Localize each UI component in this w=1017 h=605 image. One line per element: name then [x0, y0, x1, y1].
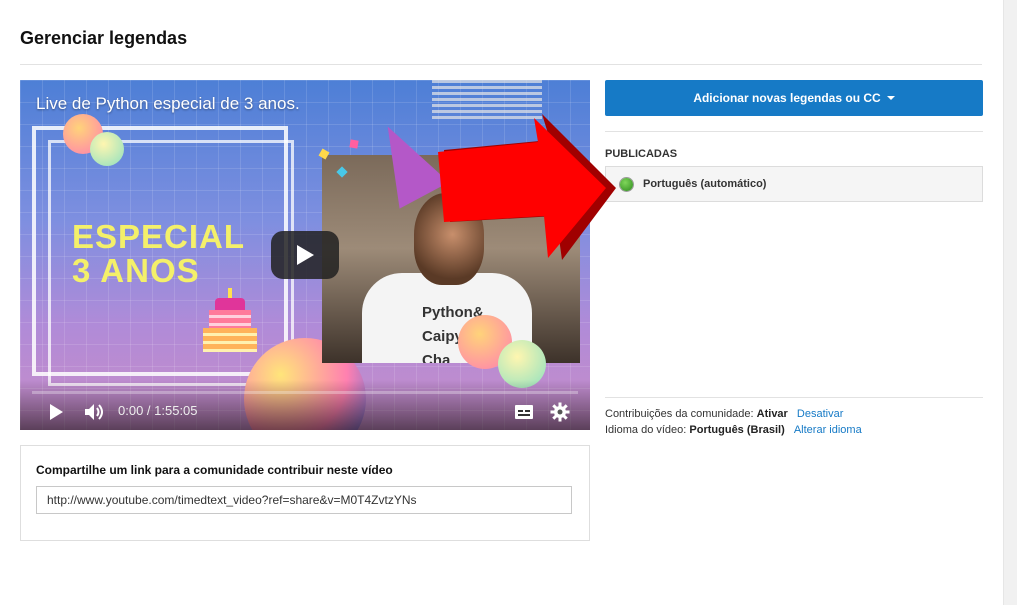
video-language-value: Português (Brasil)	[689, 424, 785, 436]
settings-button[interactable]	[548, 400, 572, 424]
community-contributions-row: Contribuições da comunidade: Ativar Desa…	[605, 408, 843, 420]
add-subtitles-label: Adicionar novas legendas ou CC	[693, 91, 881, 105]
thumbnail-caption-line: 3 ANOS	[72, 252, 200, 289]
divider	[605, 131, 983, 132]
change-language-link[interactable]: Alterar idioma	[794, 424, 862, 436]
progress-bar[interactable]	[32, 391, 578, 394]
community-contributions-label: Contribuições da comunidade:	[605, 408, 754, 420]
page-scrollbar[interactable]	[1003, 0, 1017, 605]
disable-contributions-link[interactable]: Desativar	[797, 408, 843, 420]
thumbnail-caption-line: ESPECIAL	[72, 218, 246, 255]
published-status-icon	[620, 177, 633, 191]
play-icon	[297, 245, 314, 265]
confetti	[349, 139, 359, 149]
play-control-button[interactable]	[44, 400, 68, 424]
closed-captions-icon	[515, 405, 533, 419]
play-icon	[50, 404, 63, 420]
cake-image	[203, 288, 257, 352]
video-language-label: Idioma do vídeo:	[605, 424, 687, 436]
subtitle-track-item[interactable]: Português (automático)	[605, 166, 983, 202]
divider	[605, 397, 983, 398]
share-link-title: Compartilhe um link para a comunidade co…	[36, 463, 393, 477]
subtitles-button[interactable]	[512, 400, 536, 424]
balloon-image	[90, 132, 124, 166]
time-display: 0:00 / 1:55:05	[118, 403, 198, 418]
play-button[interactable]	[271, 231, 339, 279]
video-title: Live de Python especial de 3 anos.	[36, 94, 300, 113]
annotation-arrow-icon	[438, 114, 616, 260]
caret-down-icon	[886, 96, 895, 100]
gear-icon	[550, 402, 570, 422]
share-link-input[interactable]	[36, 486, 572, 514]
add-subtitles-button[interactable]: Adicionar novas legendas ou CC	[605, 80, 983, 116]
video-language-row: Idioma do vídeo: Português (Brasil) Alte…	[605, 424, 862, 436]
thumbnail-caption: ESPECIAL 3 ANOS	[72, 220, 245, 288]
community-contributions-value: Ativar	[756, 408, 788, 420]
subtitle-track-label: Português (automático)	[643, 178, 767, 190]
volume-button[interactable]	[82, 400, 108, 424]
page-title: Gerenciar legendas	[20, 28, 188, 48]
volume-icon	[85, 404, 103, 420]
title-divider	[20, 64, 982, 65]
share-link-panel: Compartilhe um link para a comunidade co…	[20, 445, 590, 541]
